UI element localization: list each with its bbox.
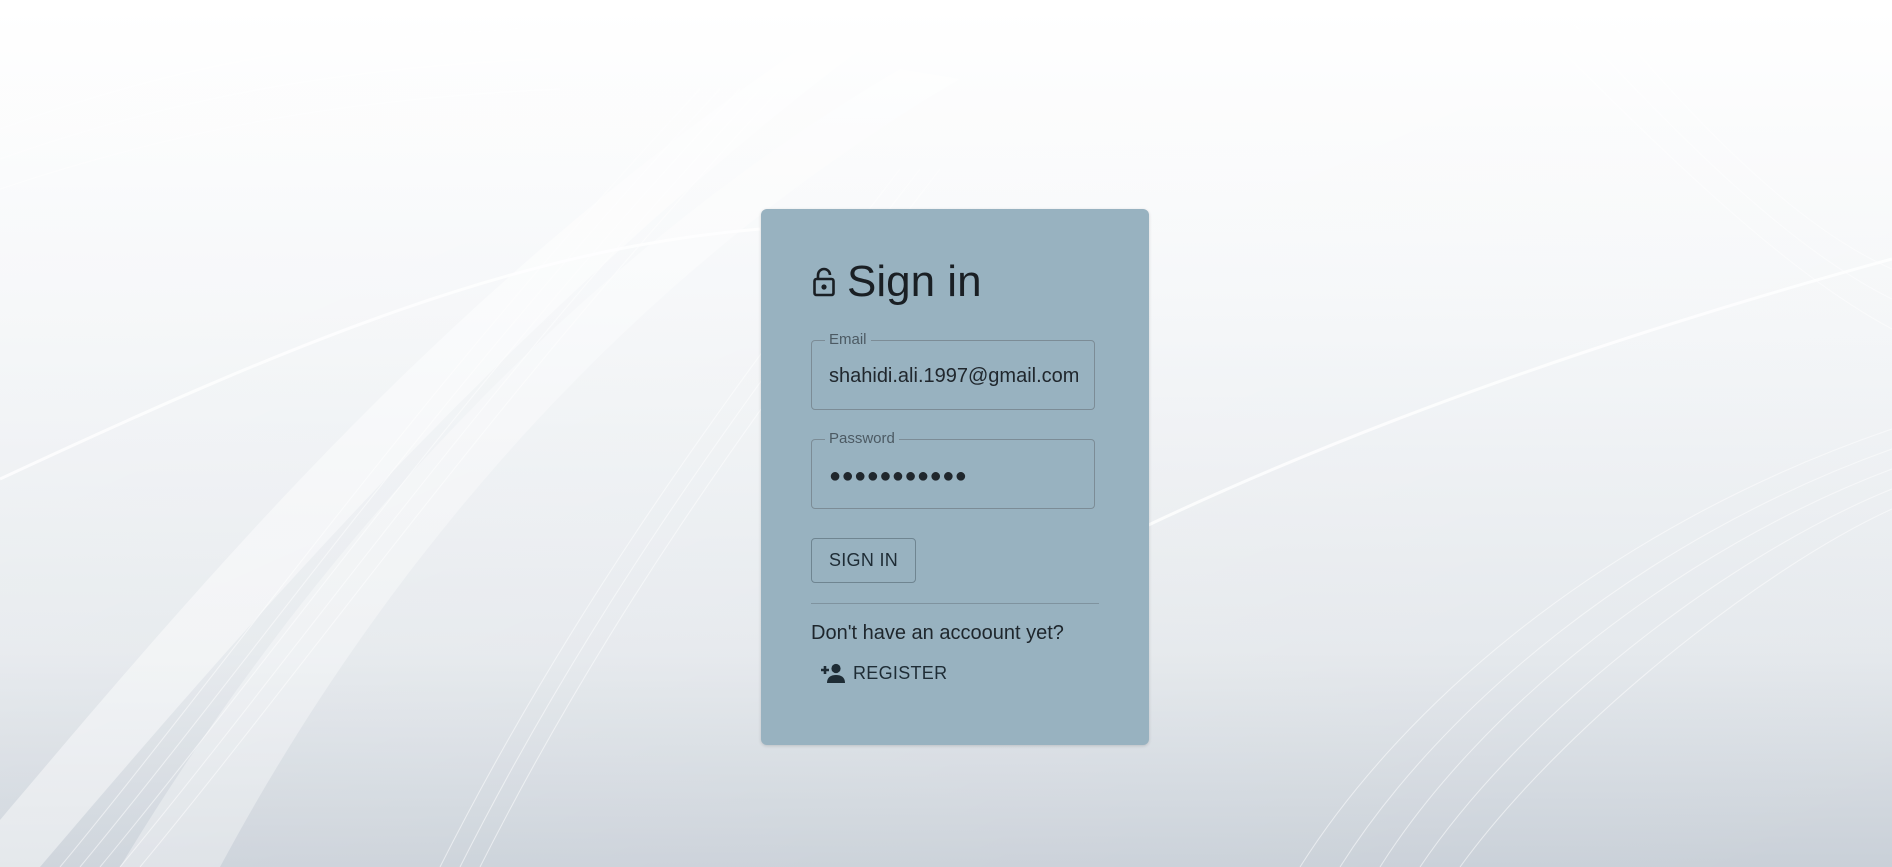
lock-icon — [811, 267, 837, 297]
page-title: Sign in — [847, 257, 982, 306]
signin-heading: Sign in — [811, 259, 982, 305]
divider — [811, 603, 1099, 604]
email-field[interactable]: Email shahidi.ali.1997@gmail.com — [811, 332, 1095, 410]
email-value[interactable]: shahidi.ali.1997@gmail.com — [829, 363, 1078, 389]
register-label: REGISTER — [853, 662, 948, 683]
register-button[interactable]: REGISTER — [817, 658, 947, 688]
password-label: Password — [825, 431, 899, 447]
password-value[interactable]: ●●●●●●●●●●● — [829, 463, 1078, 489]
person-add-icon — [817, 661, 847, 685]
signin-card: Sign in Email shahidi.ali.1997@gmail.com… — [761, 209, 1149, 745]
sign-in-button[interactable]: SIGN IN — [811, 538, 916, 583]
password-field[interactable]: Password ●●●●●●●●●●● — [811, 431, 1095, 509]
register-prompt: Don't have an accoount yet? — [811, 622, 1064, 644]
login-page: Sign in Email shahidi.ali.1997@gmail.com… — [0, 0, 1892, 867]
email-label: Email — [825, 332, 871, 348]
